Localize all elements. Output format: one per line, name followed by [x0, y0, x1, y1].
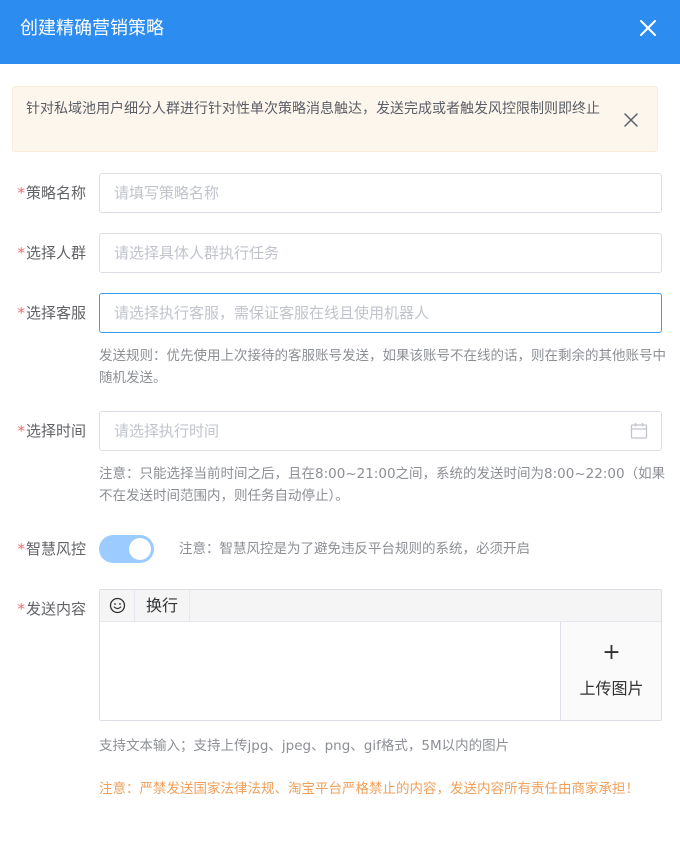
crowd-placeholder: 请选择具体人群执行任务 [114, 244, 280, 262]
close-icon[interactable] [623, 112, 639, 128]
time-label: *选择时间 [8, 420, 86, 442]
crowd-label-text: 选择人群 [25, 244, 86, 262]
time-picker[interactable]: 请选择执行时间 [99, 411, 662, 451]
required-mark: * [17, 304, 25, 322]
service-label-text: 选择客服 [25, 304, 86, 322]
risk-control-label-text: 智慧风控 [25, 540, 86, 558]
required-mark: * [17, 600, 25, 618]
upload-image-button[interactable]: + 上传图片 [560, 622, 661, 720]
crowd-label: *选择人群 [8, 242, 86, 264]
content-hint: 支持文本输入；支持上传jpg、jpeg、png、gif格式，5M以内的图片 [99, 738, 510, 754]
risk-control-label: *智慧风控 [8, 538, 86, 560]
emoji-button[interactable] [100, 590, 135, 621]
close-icon[interactable] [638, 18, 658, 38]
smiley-icon [109, 597, 126, 614]
strategy-name-label: *策略名称 [8, 182, 86, 204]
service-placeholder: 请选择执行客服，需保证客服在线且使用机器人 [114, 304, 430, 322]
editor-toolbar: 换行 [100, 590, 661, 622]
plus-icon: + [602, 640, 621, 665]
service-hint: 发送规则：优先使用上次接待的客服账号发送，如果该账号不在线的话，则在剩余的其他账… [99, 348, 666, 386]
upload-image-label: 上传图片 [579, 679, 644, 698]
content-textarea[interactable] [100, 622, 560, 720]
dialog-title: 创建精确营销策略 [20, 18, 164, 39]
content-label-text: 发送内容 [25, 600, 86, 618]
content-editor: 换行 + 上传图片 [99, 589, 662, 721]
content-label: *发送内容 [8, 598, 86, 620]
crowd-select[interactable]: 请选择具体人群执行任务 [99, 233, 662, 273]
strategy-name-label-text: 策略名称 [25, 184, 86, 202]
time-placeholder: 请选择执行时间 [114, 422, 220, 440]
strategy-name-placeholder: 请填写策略名称 [114, 184, 220, 202]
calendar-icon[interactable] [630, 422, 648, 440]
newline-button[interactable]: 换行 [135, 590, 190, 621]
risk-control-hint: 注意：智慧风控是为了避免违反平台规则的系统，必须开启 [179, 541, 530, 557]
service-label: *选择客服 [8, 302, 86, 324]
switch-knob [129, 538, 151, 560]
info-alert: 针对私域池用户细分人群进行针对性单次策略消息触达，发送完成或者触发风控限制则即终… [12, 86, 658, 152]
risk-control-switch[interactable] [99, 535, 154, 563]
dialog-header: 创建精确营销策略 [0, 0, 680, 64]
required-mark: * [17, 422, 25, 440]
required-mark: * [17, 244, 25, 262]
time-label-text: 选择时间 [25, 422, 86, 440]
strategy-name-input[interactable]: 请填写策略名称 [99, 173, 662, 213]
required-mark: * [17, 184, 25, 202]
content-warning: 注意：严禁发送国家法律法规、淘宝平台严格禁止的内容，发送内容所有责任由商家承担！ [99, 781, 639, 797]
time-hint: 注意：只能选择当前时间之后，且在8:00~21:00之间，系统的发送时间为8:0… [99, 466, 666, 504]
service-select[interactable]: 请选择执行客服，需保证客服在线且使用机器人 [99, 293, 662, 333]
alert-text: 针对私域池用户细分人群进行针对性单次策略消息触达，发送完成或者触发风控限制则即终… [26, 101, 600, 117]
required-mark: * [17, 540, 25, 558]
